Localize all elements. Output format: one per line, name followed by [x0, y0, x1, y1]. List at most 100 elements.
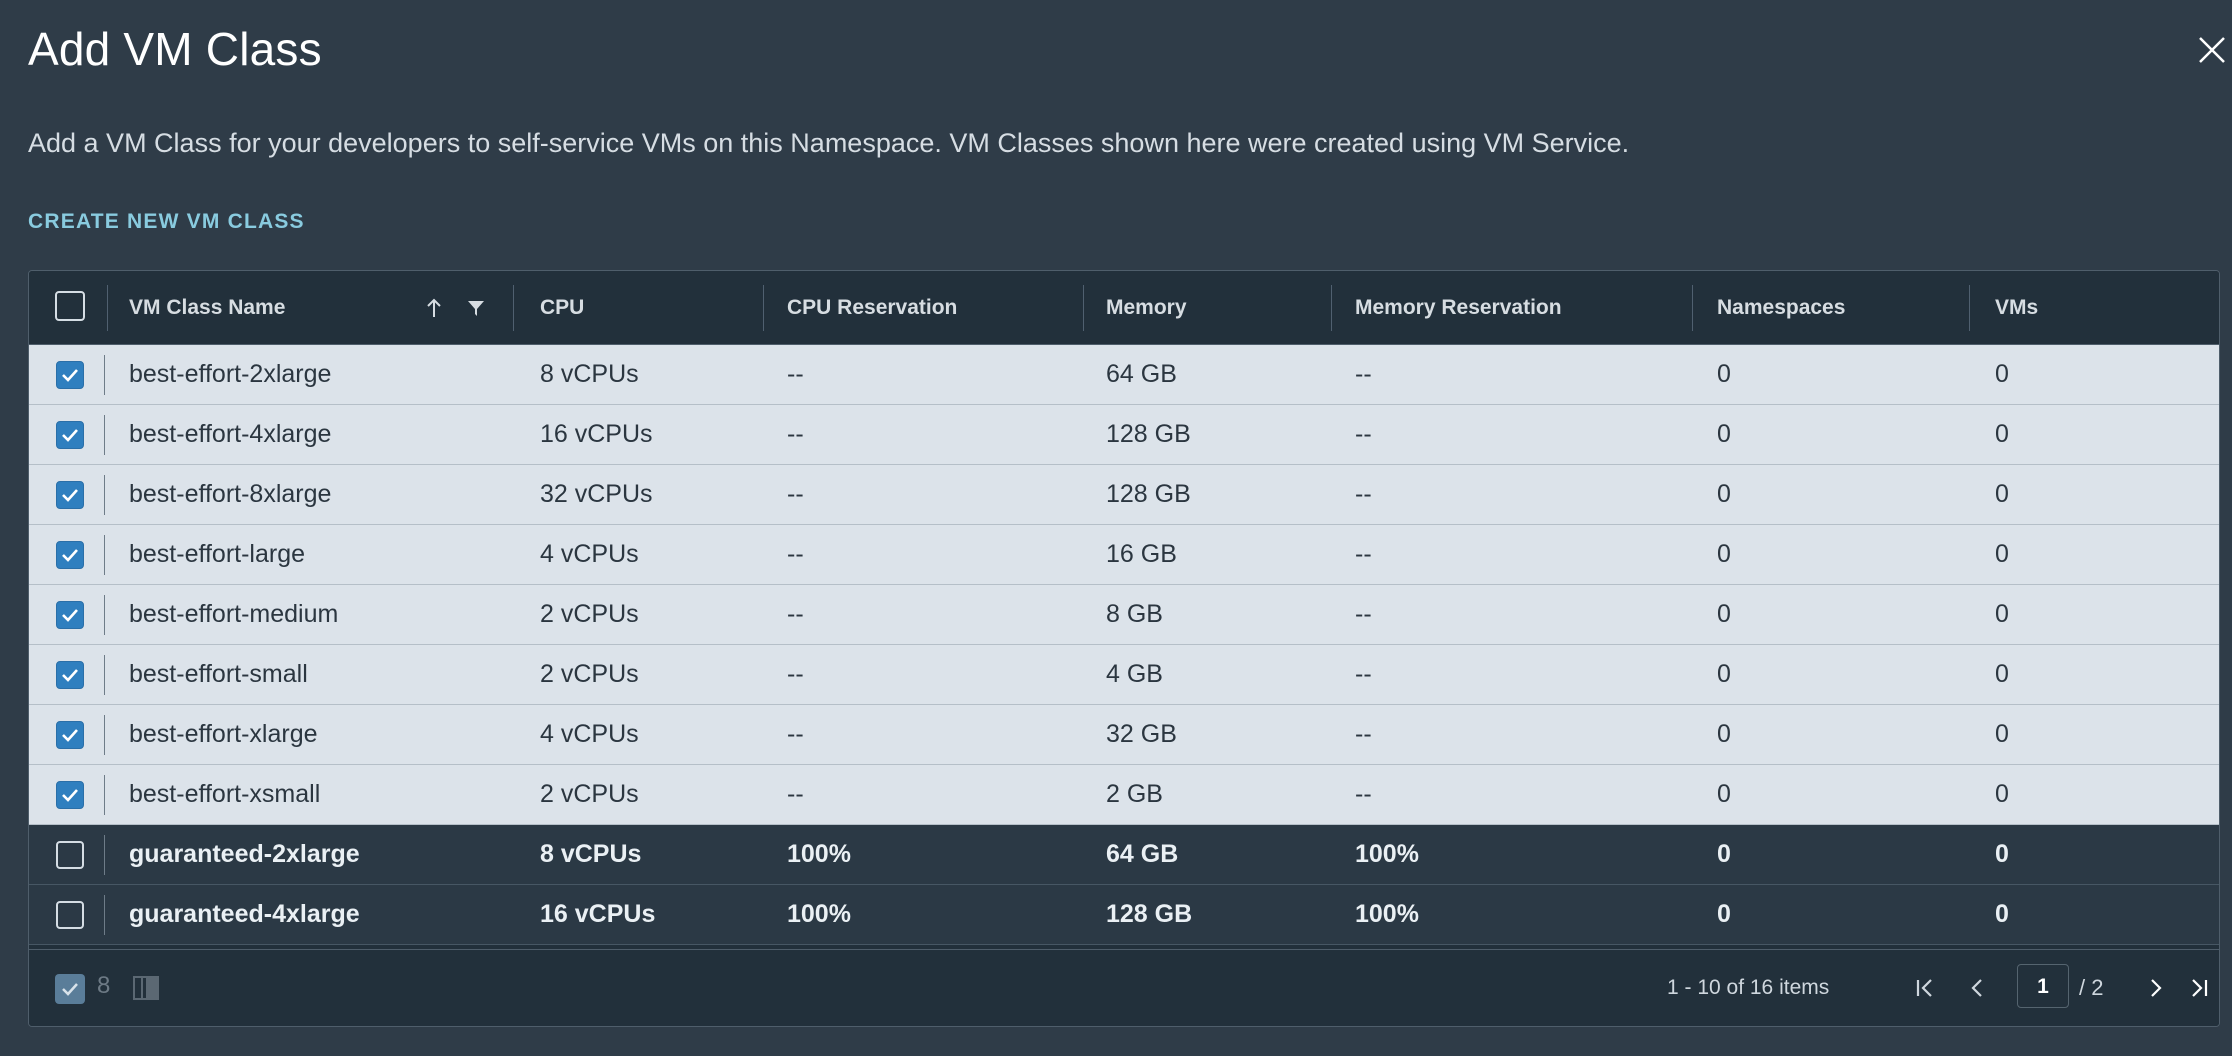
cell-memory: 128 GB	[1106, 480, 1191, 508]
row-checkbox[interactable]	[56, 781, 84, 809]
table-row[interactable]: best-effort-medium 2 vCPUs -- 8 GB -- 0 0	[29, 585, 2219, 645]
cell-memory-reservation: --	[1355, 780, 1372, 808]
first-page-icon[interactable]	[1909, 972, 1941, 1004]
cell-cpu-reservation: --	[787, 540, 804, 568]
cell-cpu: 32 vCPUs	[540, 480, 653, 508]
table-row[interactable]: best-effort-2xlarge 8 vCPUs -- 64 GB -- 0 0	[29, 345, 2219, 405]
table-row[interactable]: guaranteed-2xlarge 8 vCPUs 100% 64 GB 100% 0 0	[29, 825, 2219, 885]
cell-cpu: 2 vCPUs	[540, 660, 639, 688]
select-all-checkbox[interactable]	[55, 291, 85, 321]
cell-memory-reservation: --	[1355, 420, 1372, 448]
table-row[interactable]: best-effort-large 4 vCPUs -- 16 GB -- 0 0	[29, 525, 2219, 585]
column-separator	[763, 285, 764, 331]
cell-memory: 32 GB	[1106, 720, 1177, 748]
table-row[interactable]: best-effort-xsmall 2 vCPUs -- 2 GB -- 0 0	[29, 765, 2219, 825]
cell-vm-class-name: best-effort-2xlarge	[129, 360, 332, 388]
row-separator	[104, 655, 105, 695]
row-separator	[104, 715, 105, 755]
total-pages: / 2	[2079, 975, 2104, 1000]
cell-memory-reservation: --	[1355, 660, 1372, 688]
table-row[interactable]: guaranteed-4xlarge 16 vCPUs 100% 128 GB 100%…	[29, 885, 2219, 945]
column-separator	[1083, 285, 1084, 331]
sort-ascending-icon[interactable]	[424, 271, 444, 344]
cell-cpu-reservation: --	[787, 420, 804, 448]
previous-page-icon[interactable]	[1962, 972, 1994, 1004]
filter-icon[interactable]	[466, 271, 486, 344]
row-checkbox[interactable]	[56, 901, 84, 929]
cell-namespaces: 0	[1717, 360, 1731, 388]
cell-memory: 16 GB	[1106, 540, 1177, 568]
cell-cpu: 2 vCPUs	[540, 600, 639, 628]
cell-vm-class-name: best-effort-8xlarge	[129, 480, 332, 508]
cell-vms: 0	[1995, 660, 2009, 688]
cell-vm-class-name: best-effort-xlarge	[129, 720, 318, 748]
table-row[interactable]: best-effort-8xlarge 32 vCPUs -- 128 GB -- 0 0	[29, 465, 2219, 525]
cell-vms: 0	[1995, 840, 2009, 868]
row-separator	[104, 535, 105, 575]
row-checkbox[interactable]	[56, 601, 84, 629]
row-separator	[104, 895, 105, 935]
column-toggle-icon[interactable]	[133, 976, 159, 1000]
cell-cpu: 4 vCPUs	[540, 720, 639, 748]
cell-vm-class-name: guaranteed-2xlarge	[129, 840, 360, 868]
page-number-input[interactable]: 1	[2017, 964, 2069, 1008]
cell-cpu: 2 vCPUs	[540, 780, 639, 808]
cell-memory: 64 GB	[1106, 840, 1179, 868]
column-header-cpu[interactable]: CPU	[540, 271, 584, 344]
cell-memory-reservation: --	[1355, 720, 1372, 748]
column-header-memory-reservation[interactable]: Memory Reservation	[1355, 271, 1562, 344]
grid-header: VM Class Name CPU CPU Reservation Memory…	[29, 271, 2219, 345]
column-header-vm-class-name[interactable]: VM Class Name	[129, 271, 285, 344]
cell-namespaces: 0	[1717, 600, 1731, 628]
add-vm-class-dialog: Add VM Class Add a VM Class for your dev…	[0, 0, 2232, 1056]
next-page-icon[interactable]	[2139, 972, 2171, 1004]
cell-memory: 64 GB	[1106, 360, 1177, 388]
cell-vm-class-name: best-effort-medium	[129, 600, 339, 628]
cell-cpu: 16 vCPUs	[540, 420, 653, 448]
row-separator	[104, 475, 105, 515]
column-header-namespaces[interactable]: Namespaces	[1717, 271, 1845, 344]
cell-vms: 0	[1995, 420, 2009, 448]
selection-count-checkbox	[55, 974, 85, 1004]
cell-cpu: 8 vCPUs	[540, 360, 639, 388]
cell-vms: 0	[1995, 600, 2009, 628]
cell-memory-reservation: --	[1355, 540, 1372, 568]
column-header-cpu-reservation[interactable]: CPU Reservation	[787, 271, 957, 344]
row-separator	[104, 355, 105, 395]
table-row[interactable]: best-effort-small 2 vCPUs -- 4 GB -- 0 0	[29, 645, 2219, 705]
row-checkbox[interactable]	[56, 721, 84, 749]
cell-memory-reservation: --	[1355, 600, 1372, 628]
cell-memory-reservation: --	[1355, 360, 1372, 388]
cell-memory-reservation: 100%	[1355, 900, 1419, 928]
close-icon[interactable]	[2192, 30, 2232, 70]
cell-memory: 128 GB	[1106, 900, 1193, 928]
row-checkbox[interactable]	[56, 841, 84, 869]
row-checkbox[interactable]	[56, 541, 84, 569]
cell-namespaces: 0	[1717, 720, 1731, 748]
cell-vm-class-name: best-effort-xsmall	[129, 780, 321, 808]
row-checkbox[interactable]	[56, 481, 84, 509]
selected-count: 8	[97, 972, 111, 999]
cell-cpu-reservation: --	[787, 360, 804, 388]
last-page-icon[interactable]	[2183, 972, 2215, 1004]
column-header-memory[interactable]: Memory	[1106, 271, 1187, 344]
cell-cpu-reservation: 100%	[787, 900, 851, 928]
row-checkbox[interactable]	[56, 421, 84, 449]
dialog-description: Add a VM Class for your developers to se…	[28, 128, 1630, 158]
cell-cpu-reservation: --	[787, 780, 804, 808]
table-row[interactable]: best-effort-4xlarge 16 vCPUs -- 128 GB -- 0 0	[29, 405, 2219, 465]
cell-memory: 8 GB	[1106, 600, 1163, 628]
table-row[interactable]: best-effort-xlarge 4 vCPUs -- 32 GB -- 0 0	[29, 705, 2219, 765]
row-separator	[104, 775, 105, 815]
column-separator	[1331, 285, 1332, 331]
create-new-vm-class-link[interactable]: CREATE NEW VM CLASS	[28, 210, 305, 234]
cell-cpu-reservation: 100%	[787, 840, 851, 868]
column-header-vms[interactable]: VMs	[1995, 271, 2038, 344]
cell-cpu: 8 vCPUs	[540, 840, 642, 868]
grid-footer: 8 1 - 10 of 16 items 1 / 2	[29, 949, 2219, 1026]
cell-memory-reservation: 100%	[1355, 840, 1419, 868]
row-checkbox[interactable]	[56, 661, 84, 689]
cell-vm-class-name: guaranteed-4xlarge	[129, 900, 360, 928]
row-checkbox[interactable]	[56, 361, 84, 389]
cell-vm-class-name: best-effort-small	[129, 660, 308, 688]
